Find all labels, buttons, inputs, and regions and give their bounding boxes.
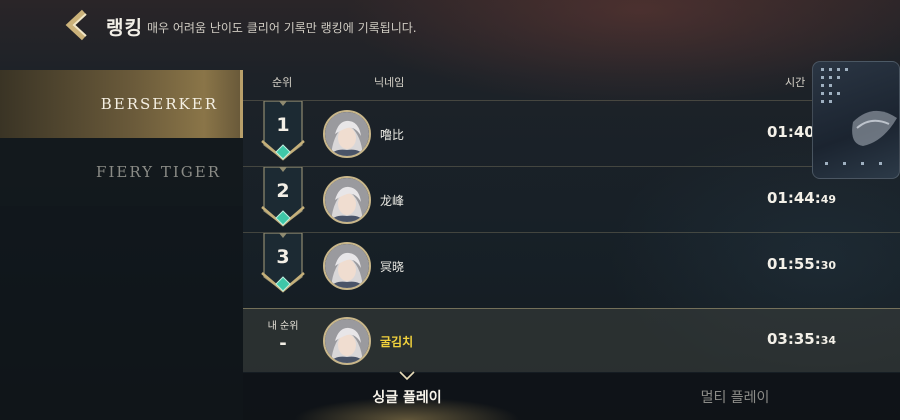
- avatar: [323, 242, 371, 290]
- caret-down-icon: [399, 371, 415, 381]
- tab-label: 싱글 플레이: [372, 389, 442, 406]
- clear-time: 01:55:30: [767, 255, 837, 273]
- sidebar: BERSERKER FIERY TIGER: [0, 70, 243, 420]
- avatar: [323, 317, 371, 365]
- tab-label: 멀티 플레이: [700, 389, 770, 406]
- my-rank-label: 내 순위: [267, 321, 299, 332]
- table-row[interactable]: 1 噜比 01:40:: [243, 100, 900, 166]
- column-header-rank: 순위: [272, 76, 293, 89]
- floating-window-thumbnail[interactable]: [812, 61, 900, 179]
- sidebar-item-label: FIERY TIGER: [96, 163, 221, 181]
- rank-number: 3: [276, 246, 290, 268]
- rank-number: 1: [276, 114, 290, 136]
- column-header-nickname: 닉네임: [374, 76, 405, 89]
- player-nickname: 龙峰: [380, 194, 405, 208]
- my-rank-row[interactable]: 내 순위 - 굴김치 03:35:34: [243, 308, 900, 372]
- sidebar-item-label: BERSERKER: [100, 95, 218, 113]
- chevron-left-icon: [65, 9, 87, 41]
- player-nickname: 噜比: [380, 128, 405, 142]
- clear-time: 01:44:49: [767, 189, 837, 207]
- thumbnail-preview-icon: [821, 68, 897, 165]
- page-subtitle: 매우 어려움 난이도 클리어 기록만 랭킹에 기록됩니다.: [147, 21, 417, 35]
- header: 랭킹 매우 어려움 난이도 클리어 기록만 랭킹에 기록됩니다.: [0, 0, 900, 58]
- table-row[interactable]: 2 龙峰 01:44:49: [243, 166, 900, 232]
- tab-multi-play[interactable]: 멀티 플레이: [571, 373, 899, 420]
- table-row[interactable]: 3 冥晓 01:55:30: [243, 232, 900, 298]
- sidebar-item-fiery-tiger[interactable]: FIERY TIGER: [0, 138, 243, 206]
- my-clear-time: 03:35:34: [767, 330, 837, 348]
- ranking-table: 순위 닉네임 시간 1 噜比 01:40: 2 龙峰 01:44:49 3 冥晓…: [243, 70, 900, 420]
- player-nickname: 冥晓: [380, 260, 405, 274]
- avatar: [323, 110, 371, 158]
- tab-single-play[interactable]: 싱글 플레이: [243, 371, 571, 420]
- sidebar-item-berserker[interactable]: BERSERKER: [0, 70, 243, 138]
- my-nickname: 굴김치: [380, 335, 414, 349]
- column-header-time: 시간: [785, 76, 806, 89]
- mode-tabs: 싱글 플레이 멀티 플레이: [243, 371, 900, 420]
- back-button[interactable]: [62, 8, 96, 42]
- my-rank-value: -: [279, 333, 287, 354]
- page-title: 랭킹: [106, 17, 143, 39]
- rank-number: 2: [276, 180, 290, 202]
- avatar: [323, 176, 371, 224]
- table-header: 순위 닉네임 시간: [243, 70, 900, 100]
